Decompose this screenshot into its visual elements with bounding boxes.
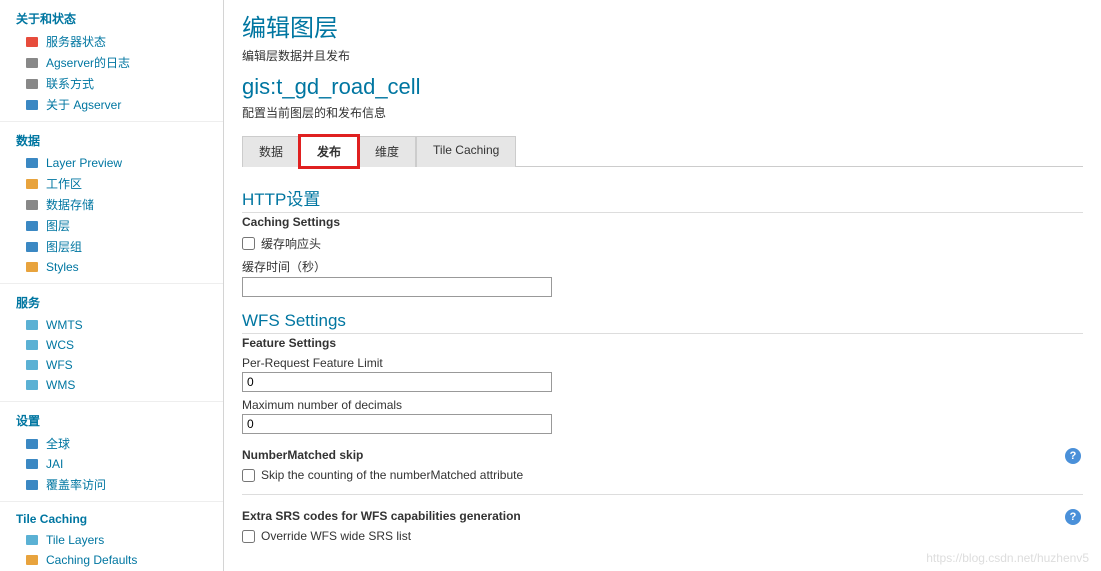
sidebar-item-服务器状态[interactable]: 服务器状态 <box>16 31 207 52</box>
sidebar-item-label: JAI <box>46 457 63 471</box>
sidebar-item-label: 图层组 <box>46 238 82 255</box>
gear-icon <box>24 552 40 568</box>
sidebar-item-jai[interactable]: JAI <box>16 454 207 474</box>
main-content: 编辑图层 编辑层数据并且发布 gis:t_gd_road_cell 配置当前图层… <box>224 0 1101 571</box>
sidebar-item-label: WMS <box>46 378 75 392</box>
sidebar-item-tile-layers[interactable]: Tile Layers <box>16 530 207 550</box>
sidebar-item-label: 工作区 <box>46 175 82 192</box>
max-decimals-input[interactable] <box>242 414 552 434</box>
sidebar-header[interactable]: 关于和状态 <box>16 6 207 31</box>
extra-srs-checkbox[interactable] <box>242 530 255 543</box>
layergroup-icon <box>24 239 40 255</box>
cache-response-checkbox[interactable] <box>242 237 255 250</box>
sidebar-item-label: WFS <box>46 358 73 372</box>
jai-icon <box>24 456 40 472</box>
number-matched-checkbox[interactable] <box>242 469 255 482</box>
max-decimals-label: Maximum number of decimals <box>242 398 1083 412</box>
sidebar-item-label: Styles <box>46 260 79 274</box>
sidebar-item-图层[interactable]: 图层 <box>16 215 207 236</box>
tile-icon <box>24 532 40 548</box>
layer-icon <box>24 218 40 234</box>
extra-srs-title: Extra SRS codes for WFS capabilities gen… <box>242 509 1083 523</box>
sidebar-item-wfs[interactable]: WFS <box>16 355 207 375</box>
sidebar-header[interactable]: Tile Caching <box>16 508 207 530</box>
sidebar-item-全球[interactable]: 全球 <box>16 433 207 454</box>
number-matched-checkbox-label: Skip the counting of the numberMatched a… <box>261 468 523 482</box>
help-icon[interactable]: ? <box>1065 509 1081 525</box>
sidebar-item-layer-preview[interactable]: Layer Preview <box>16 153 207 173</box>
log-icon <box>24 55 40 71</box>
sidebar-item-wcs[interactable]: WCS <box>16 335 207 355</box>
service-icon <box>24 337 40 353</box>
folder-icon <box>24 176 40 192</box>
tab-bar: 数据发布维度Tile Caching <box>242 135 1083 167</box>
coverage-icon <box>24 477 40 493</box>
sidebar-item-联系方式[interactable]: 联系方式 <box>16 73 207 94</box>
sidebar-item-agserver的日志[interactable]: Agserver的日志 <box>16 52 207 73</box>
sidebar-item-label: 图层 <box>46 217 70 234</box>
sidebar-item-图层组[interactable]: 图层组 <box>16 236 207 257</box>
cache-time-label: 缓存时间（秒） <box>242 258 1083 275</box>
sidebar-item-label: Layer Preview <box>46 156 122 170</box>
sidebar-item-styles[interactable]: Styles <box>16 257 207 277</box>
sidebar-header[interactable]: 服务 <box>16 290 207 315</box>
cache-time-input[interactable] <box>242 277 552 297</box>
cache-response-row: 缓存响应头 <box>242 235 1083 252</box>
number-matched-title: NumberMatched skip <box>242 448 1083 462</box>
service-icon <box>24 377 40 393</box>
layer-name: gis:t_gd_road_cell <box>242 74 1083 100</box>
cache-response-label: 缓存响应头 <box>261 235 321 252</box>
extra-srs-section: Extra SRS codes for WFS capabilities gen… <box>242 509 1083 555</box>
sidebar-item-label: WCS <box>46 338 74 352</box>
sidebar-item-label: Tile Layers <box>46 533 104 547</box>
per-request-label: Per-Request Feature Limit <box>242 356 1083 370</box>
sidebar-item-label: WMTS <box>46 318 83 332</box>
tab-tile-caching[interactable]: Tile Caching <box>416 136 516 167</box>
preview-icon <box>24 155 40 171</box>
caching-settings-label: Caching Settings <box>242 215 1083 229</box>
sidebar-item-工作区[interactable]: 工作区 <box>16 173 207 194</box>
info-icon <box>24 97 40 113</box>
wfs-section-title: WFS Settings <box>242 311 1083 334</box>
sidebar-header[interactable]: 数据 <box>16 128 207 153</box>
feature-settings-label: Feature Settings <box>242 336 1083 350</box>
contact-icon <box>24 76 40 92</box>
sidebar-item-wms[interactable]: WMS <box>16 375 207 395</box>
config-description: 配置当前图层的和发布信息 <box>242 104 1083 121</box>
http-section-title: HTTP设置 <box>242 185 1083 213</box>
health-icon <box>24 34 40 50</box>
sidebar: 关于和状态服务器状态 Agserver的日志联系方式关于 Agserver 数据 La… <box>0 0 224 571</box>
sidebar-item-label: 全球 <box>46 435 70 452</box>
extra-srs-checkbox-label: Override WFS wide SRS list <box>261 529 411 543</box>
page-title: 编辑图层 <box>242 8 1083 43</box>
sidebar-item-label: 联系方式 <box>46 75 94 92</box>
sidebar-item-label: 数据存储 <box>46 196 94 213</box>
per-request-input[interactable] <box>242 372 552 392</box>
service-icon <box>24 317 40 333</box>
service-icon <box>24 357 40 373</box>
sidebar-item-关于-agserver[interactable]: 关于 Agserver <box>16 94 207 115</box>
sidebar-item-数据存储[interactable]: 数据存储 <box>16 194 207 215</box>
style-icon <box>24 259 40 275</box>
sidebar-item-label: Agserver的日志 <box>46 54 130 71</box>
number-matched-section: NumberMatched skip ? Skip the counting o… <box>242 448 1083 495</box>
sidebar-header[interactable]: 设置 <box>16 408 207 433</box>
help-icon[interactable]: ? <box>1065 448 1081 464</box>
sidebar-item-label: 服务器状态 <box>46 33 106 50</box>
store-icon <box>24 197 40 213</box>
tab-数据[interactable]: 数据 <box>242 136 300 167</box>
sidebar-item-wmts[interactable]: WMTS <box>16 315 207 335</box>
sidebar-item-label: 关于 Agserver <box>46 96 121 113</box>
sidebar-item-caching-defaults[interactable]: Caching Defaults <box>16 550 207 570</box>
sidebar-item-label: 覆盖率访问 <box>46 476 106 493</box>
sidebar-item-label: Caching Defaults <box>46 553 137 567</box>
tab-发布[interactable]: 发布 <box>300 136 358 167</box>
page-description: 编辑层数据并且发布 <box>242 47 1083 64</box>
globe-icon <box>24 436 40 452</box>
sidebar-item-覆盖率访问[interactable]: 覆盖率访问 <box>16 474 207 495</box>
tab-维度[interactable]: 维度 <box>358 136 416 167</box>
